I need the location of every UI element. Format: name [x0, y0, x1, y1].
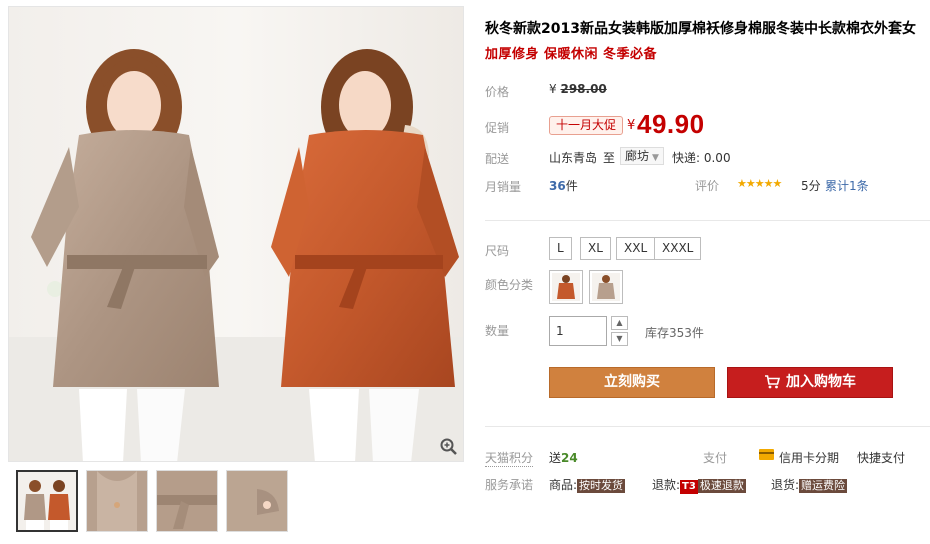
chevron-down-icon: ▼: [652, 153, 659, 163]
add-to-cart-label: 加入购物车: [786, 374, 856, 390]
original-price-value: 298.00: [560, 82, 607, 96]
product-info-panel: 秋冬新款2013新品女装韩版加厚棉袄修身棉服冬装中长款棉衣外套女 加厚修身 保暖…: [485, 0, 930, 544]
promise-label: 服务承诺: [485, 478, 534, 492]
promo-price-value: 49.90: [637, 109, 705, 139]
divider: [485, 426, 930, 427]
stock-count: 库存353件: [645, 326, 704, 340]
product-subtitle: 加厚修身 保暖休闲 冬季必备: [485, 47, 658, 62]
ship-to-word: 至: [603, 151, 616, 165]
quantity-input[interactable]: [549, 316, 607, 346]
review-count-link[interactable]: 累计1条: [825, 177, 869, 194]
thumbnail-image: [18, 472, 76, 530]
promise-prefix: 退货:: [771, 478, 800, 492]
product-photo: [9, 7, 463, 461]
monthly-sales: 36件: [549, 177, 578, 194]
quantity-decrease-button[interactable]: ▼: [611, 332, 628, 346]
points-value: 送24: [549, 449, 578, 466]
rating-label: 评价: [695, 179, 720, 193]
size-label: 尺码: [485, 244, 510, 258]
thumbnail-1[interactable]: [16, 470, 78, 532]
size-option-xxxl[interactable]: XXXL: [654, 237, 702, 260]
star-rating-icon: ★★★★★: [737, 177, 782, 190]
quantity-increase-button[interactable]: ▲: [611, 316, 628, 330]
points-prefix: 送: [549, 451, 562, 465]
size-option-l[interactable]: L: [549, 237, 572, 260]
promise-fast-refund[interactable]: 退款: T3 极速退款: [652, 476, 746, 494]
credit-card-icon: [759, 449, 774, 460]
points-label[interactable]: 天猫积分: [485, 449, 534, 467]
destination-value: 廊坊: [625, 149, 650, 163]
express-fee: 快递: 0.00: [672, 151, 731, 165]
buy-now-button[interactable]: 立刻购买: [549, 367, 715, 398]
add-to-cart-button[interactable]: 加入购物车: [727, 367, 893, 398]
shipping-label: 配送: [485, 152, 510, 166]
color-option-beige[interactable]: [589, 270, 623, 304]
product-title: 秋冬新款2013新品女装韩版加厚棉袄修身棉服冬装中长款棉衣外套女: [485, 21, 916, 37]
promise-tag: 极速退款: [697, 479, 746, 493]
shopping-cart-icon: [765, 375, 780, 389]
quantity-label: 数量: [485, 324, 510, 338]
monthly-sales-unit: 件: [565, 179, 578, 193]
color-swatch-beige: [592, 273, 620, 301]
promise-tag: 按时发货: [577, 479, 626, 493]
promo-badge: 十一月大促: [549, 116, 624, 135]
divider: [485, 220, 930, 221]
size-option-xxl[interactable]: XXL: [616, 237, 656, 260]
monthly-sales-label: 月销量: [485, 180, 522, 194]
promise-tag: 赠运费险: [799, 479, 848, 493]
thumbnail-image: [227, 471, 287, 531]
thumbnail-4[interactable]: [226, 470, 288, 532]
price-label: 价格: [485, 85, 510, 99]
ship-from-location: 山东青岛: [549, 151, 598, 165]
thumbnail-image: [87, 471, 147, 531]
t3-badge-icon: T3: [680, 480, 698, 494]
color-swatch-orange: [552, 273, 580, 301]
color-label: 颜色分类: [485, 278, 534, 292]
size-option-xl[interactable]: XL: [580, 237, 611, 260]
main-product-image[interactable]: [8, 6, 464, 462]
thumbnail-3[interactable]: [156, 470, 218, 532]
color-option-orange[interactable]: [549, 270, 583, 304]
quick-pay[interactable]: 快捷支付: [857, 449, 905, 466]
payment-label: 支付: [703, 451, 728, 465]
monthly-sales-count: 36: [549, 179, 566, 193]
original-price-currency: ¥: [549, 82, 557, 96]
thumbnail-image: [157, 471, 217, 531]
points-amount: 24: [561, 451, 578, 465]
thumbnail-2[interactable]: [86, 470, 148, 532]
promise-ontime-shipping[interactable]: 商品: 按时发货: [549, 476, 626, 493]
zoom-icon[interactable]: [439, 437, 459, 457]
destination-selector[interactable]: 廊坊 ▼: [620, 147, 664, 165]
promise-return-shipping-insurance[interactable]: 退货: 赠运费险: [771, 476, 848, 493]
promo-price-currency: ¥: [627, 118, 636, 133]
original-price: ¥ 298.00: [549, 82, 607, 96]
rating-score: 5分: [801, 179, 821, 193]
promise-prefix: 商品:: [549, 478, 578, 492]
promo-label: 促销: [485, 121, 510, 135]
credit-installment[interactable]: 信用卡分期: [779, 449, 839, 466]
promise-prefix: 退款:: [652, 478, 681, 492]
